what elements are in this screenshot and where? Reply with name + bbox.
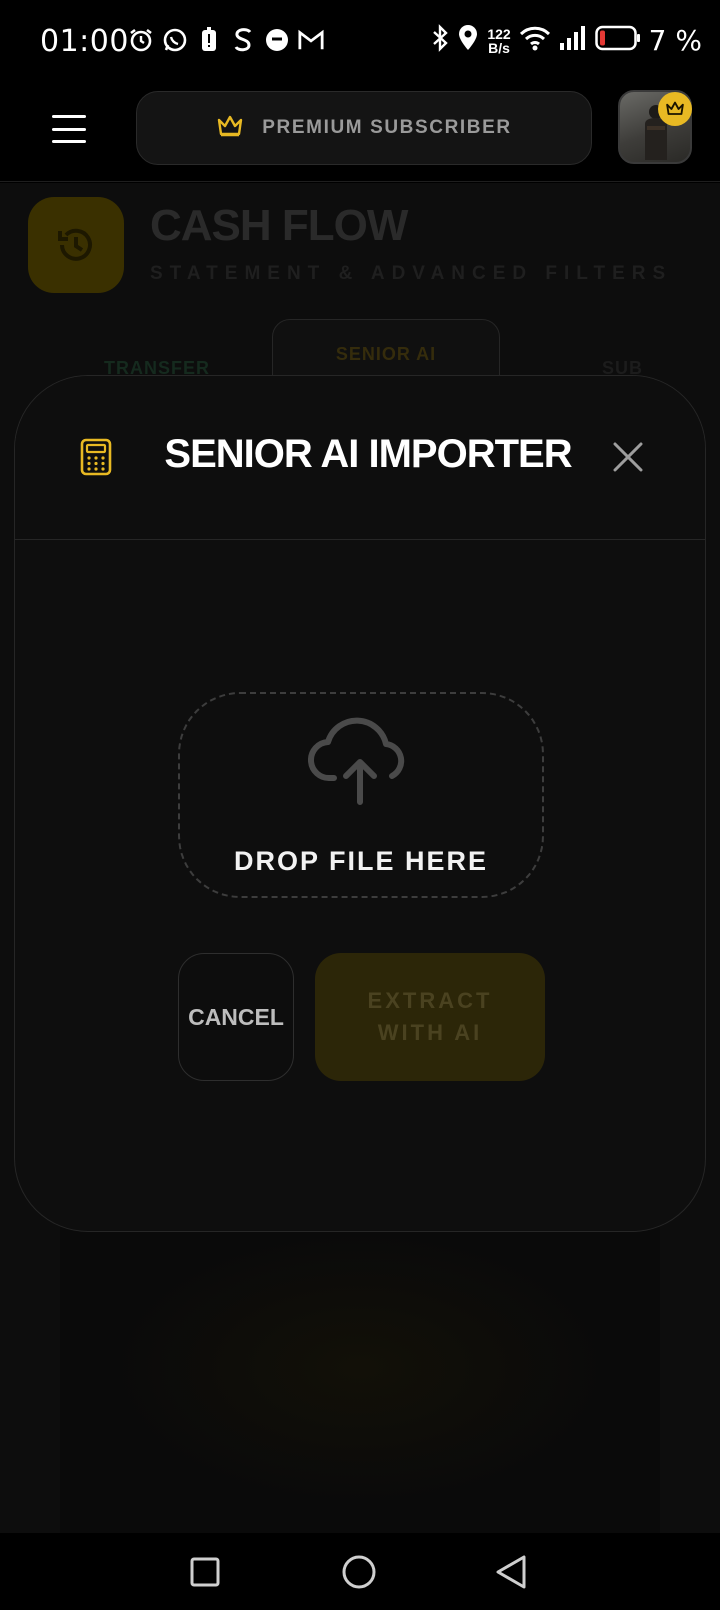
- status-time: 01:00: [40, 24, 129, 59]
- battery-alert-icon: [196, 26, 222, 54]
- recents-icon[interactable]: [186, 1553, 224, 1591]
- network-speed: 122 B/s: [487, 25, 511, 56]
- s-app-icon: [230, 26, 256, 54]
- menu-icon-bar: [52, 127, 86, 131]
- premium-label: PREMIUM SUBSCRIBER: [262, 117, 512, 138]
- wifi-icon: [519, 25, 551, 56]
- location-icon: [457, 24, 479, 57]
- close-icon[interactable]: [611, 440, 645, 474]
- whatsapp-icon: [162, 26, 188, 54]
- file-dropzone[interactable]: DROP FILE HERE: [178, 692, 544, 898]
- cancel-button[interactable]: CANCEL: [178, 953, 294, 1081]
- cloud-upload-icon: [308, 717, 405, 805]
- menu-icon-bar: [52, 115, 86, 118]
- notification-icons: [128, 26, 324, 54]
- back-icon[interactable]: [493, 1553, 531, 1591]
- battery-icon: [594, 25, 641, 56]
- avatar-crown-badge: [658, 92, 692, 126]
- drop-label: DROP FILE HERE: [233, 846, 489, 876]
- gmail-icon: [298, 26, 324, 54]
- background-subtitle: STATEMENT & ADVANCED FILTERS: [150, 263, 673, 284]
- battery-percent: 7 %: [648, 24, 702, 57]
- ai-importer-modal: SENIOR AI IMPORTER DROP FILE HERE CANCEL…: [14, 375, 706, 1232]
- premium-subscriber-badge[interactable]: PREMIUM SUBSCRIBER: [136, 91, 592, 165]
- system-nav-bar: [0, 1533, 720, 1610]
- background-title: CASH FLOW: [150, 201, 408, 250]
- status-bar: 01:00 122 B/s 7 %: [0, 0, 720, 84]
- chat-app-icon: [264, 26, 290, 54]
- signal-icon: [559, 25, 587, 56]
- history-icon: [28, 197, 124, 293]
- modal-title: SENIOR AI IMPORTER: [164, 432, 572, 476]
- app-header: PREMIUM SUBSCRIBER: [0, 84, 720, 182]
- extract-with-ai-button[interactable]: EXTRACT WITH AI: [315, 953, 545, 1081]
- crown-icon: [216, 114, 244, 143]
- bluetooth-icon: [431, 24, 449, 57]
- alarm-icon: [128, 26, 154, 54]
- home-icon[interactable]: [340, 1553, 378, 1591]
- background-glow: [60, 1203, 660, 1533]
- menu-icon-bar: [52, 140, 86, 143]
- system-icons: 122 B/s 7 %: [431, 24, 702, 57]
- menu-button[interactable]: [52, 112, 86, 146]
- modal-header: SENIOR AI IMPORTER: [15, 376, 705, 540]
